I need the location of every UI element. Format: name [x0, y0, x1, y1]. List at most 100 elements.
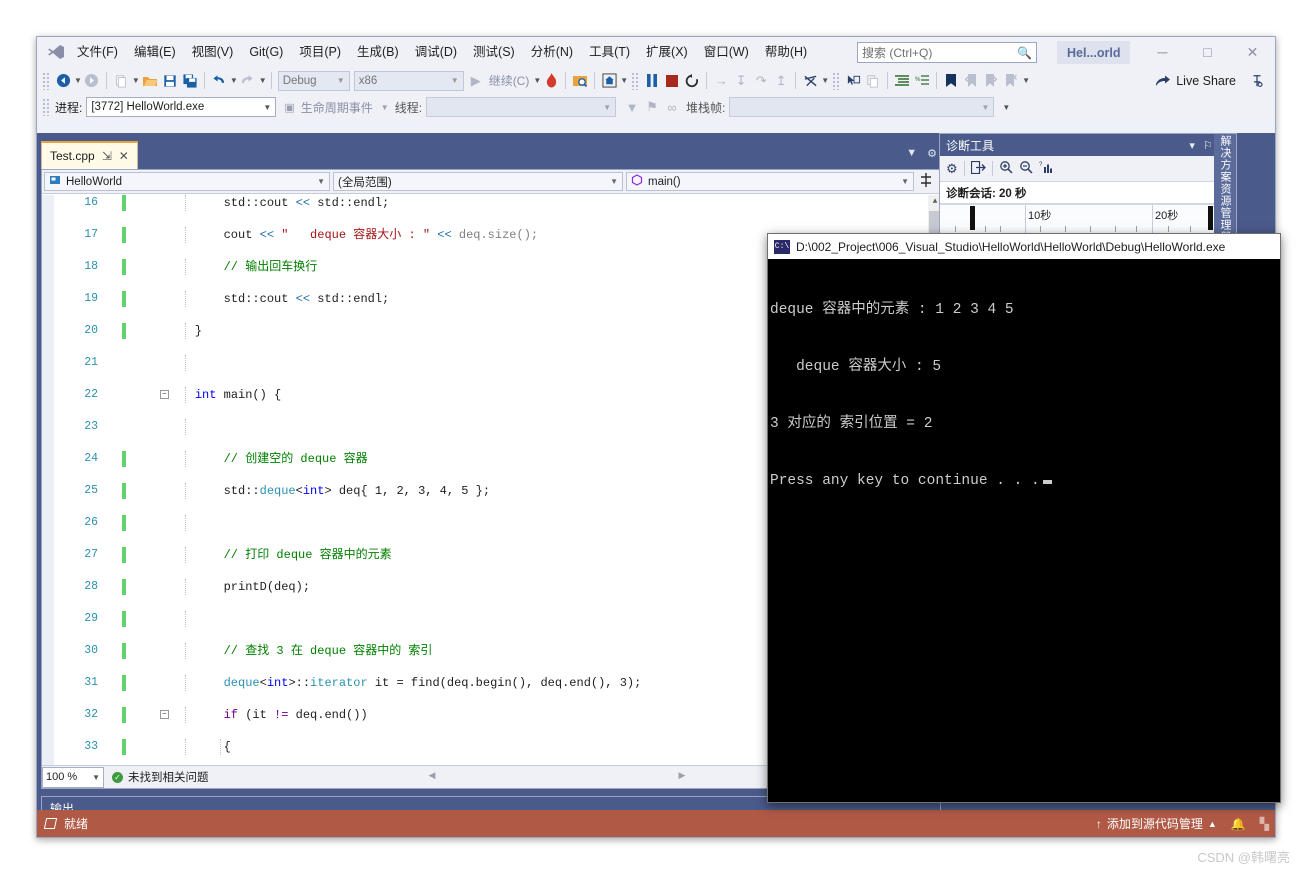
chevron-down-icon[interactable]: ▾ — [1189, 139, 1195, 152]
pause-icon[interactable] — [642, 70, 662, 92]
resize-grip-icon[interactable]: ▚ — [1260, 817, 1269, 831]
attach-to-process-icon[interactable] — [570, 70, 590, 92]
lifecycle-label[interactable]: 生命周期事件 — [301, 99, 373, 116]
account-button[interactable]: Hel...orld — [1057, 41, 1131, 64]
menu-help[interactable]: 帮助(H) — [757, 41, 815, 63]
bookmark-prev-icon[interactable] — [961, 70, 981, 92]
settings-gear-icon[interactable]: ⚙ — [946, 161, 958, 177]
menu-window[interactable]: 窗口(W) — [696, 41, 757, 63]
undo-dropdown[interactable]: ▼ — [230, 76, 238, 85]
next-issue-icon[interactable]: ▶ — [679, 770, 686, 781]
redo-dropdown[interactable]: ▼ — [259, 76, 267, 85]
stack-frame-combo[interactable]: ▼ — [729, 97, 995, 117]
continue-dropdown[interactable]: ▼ — [533, 76, 541, 85]
menu-tools[interactable]: 工具(T) — [581, 41, 638, 63]
toolbar-grip-3[interactable] — [832, 71, 841, 90]
chevron-down-icon[interactable]: ▼ — [906, 147, 917, 160]
solution-explorer-tab[interactable]: 解决方案资源管理器 — [1214, 134, 1236, 244]
redo-icon[interactable] — [238, 70, 258, 92]
step-out-icon[interactable]: ↷ — [751, 70, 771, 92]
zoom-in-icon[interactable] — [999, 160, 1013, 177]
solution-config-combo[interactable]: Debug ▼ — [277, 70, 350, 91]
bell-icon[interactable]: 🔔 — [1231, 817, 1246, 831]
threads-icon[interactable] — [800, 70, 820, 92]
hot-reload-icon[interactable] — [541, 70, 561, 92]
menu-debug[interactable]: 调试(D) — [407, 41, 465, 63]
toolbar-grip-2[interactable] — [631, 71, 640, 90]
zoom-combo[interactable]: 100 % ▼ — [42, 766, 104, 788]
pin-icon[interactable]: ⚐ — [1203, 139, 1213, 152]
link-icon[interactable]: ∞ — [662, 96, 682, 118]
nav-member-combo[interactable]: main() ▼ — [626, 172, 914, 191]
new-item-dropdown[interactable]: ▼ — [132, 76, 140, 85]
new-item-icon[interactable] — [111, 70, 131, 92]
export-icon[interactable] — [970, 160, 986, 177]
line-number: 24 — [84, 452, 98, 465]
continue-play-icon[interactable]: ▶ — [466, 70, 486, 92]
threads-dropdown[interactable]: ▼ — [821, 76, 829, 85]
process-combo[interactable]: [3772] HelloWorld.exe ▼ — [86, 97, 277, 117]
overflow-chevron-icon[interactable]: ▼ — [1002, 103, 1010, 112]
menu-build[interactable]: 生成(B) — [349, 41, 407, 63]
close-button[interactable]: ✕ — [1230, 37, 1275, 67]
home-dropdown[interactable]: ▼ — [620, 76, 628, 85]
continue-button[interactable]: 继续(C) — [486, 72, 533, 89]
change-indicator-bar — [122, 259, 126, 275]
step-over-icon[interactable]: → — [711, 70, 731, 92]
chart-icon[interactable]: ? — [1039, 160, 1053, 177]
menu-analyze[interactable]: 分析(N) — [523, 41, 581, 63]
nav-project-combo[interactable]: HelloWorld ▼ — [44, 172, 330, 191]
stop-icon[interactable] — [662, 70, 682, 92]
menu-view[interactable]: 视图(V) — [184, 41, 242, 63]
live-share-icon[interactable] — [1153, 70, 1173, 92]
comment-icon[interactable]: % — [912, 70, 932, 92]
bookmark-clear-icon[interactable] — [1001, 70, 1021, 92]
menu-edit[interactable]: 编辑(E) — [126, 41, 184, 63]
search-input[interactable]: 搜索 (Ctrl+Q) 🔍 — [857, 42, 1037, 63]
navigate-forward-icon[interactable] — [82, 70, 102, 92]
toolbar-grip[interactable] — [42, 71, 50, 90]
nav-scope-combo[interactable]: (全局范围) ▼ — [333, 172, 623, 191]
menu-extensions[interactable]: 扩展(X) — [638, 41, 696, 63]
bookmark-dropdown[interactable]: ▼ — [1022, 76, 1030, 85]
pin-icon[interactable]: ⇲ — [102, 149, 112, 163]
save-icon[interactable] — [160, 70, 180, 92]
procrow-grip[interactable] — [42, 98, 50, 116]
filter-icon[interactable]: ▼ — [622, 96, 642, 118]
zoom-out-icon[interactable] — [1019, 160, 1033, 177]
menu-git[interactable]: Git(G) — [241, 41, 291, 63]
copy-icon[interactable] — [863, 70, 883, 92]
cursor-icon[interactable] — [843, 70, 863, 92]
minimize-button[interactable]: ─ — [1140, 37, 1185, 67]
close-icon[interactable]: ✕ — [119, 149, 129, 163]
gear-icon[interactable]: ⚙ — [927, 147, 937, 160]
navigate-back-dropdown[interactable]: ▼ — [74, 76, 82, 85]
save-all-icon[interactable] — [180, 70, 200, 92]
console-title-bar[interactable]: C:\ D:\002_Project\006_Visual_Studio\Hel… — [768, 234, 1280, 259]
navigate-back-icon[interactable] — [53, 70, 73, 92]
source-control-button[interactable]: ↑ 添加到源代码管理 ▲ — [1096, 815, 1217, 832]
solution-platform-combo[interactable]: x86 ▼ — [353, 70, 464, 91]
step-up-icon[interactable]: ↥ — [771, 70, 791, 92]
step-into-icon[interactable]: ↧ — [731, 70, 751, 92]
code-line[interactable]: 16 std::cout << std::endl; — [42, 195, 942, 211]
undo-icon[interactable] — [209, 70, 229, 92]
split-view-icon[interactable] — [919, 172, 933, 191]
chevron-down-icon[interactable]: ▼ — [381, 103, 389, 112]
menu-test[interactable]: 测试(S) — [465, 41, 523, 63]
open-file-icon[interactable] — [140, 70, 160, 92]
tab-test-cpp[interactable]: Test.cpp ⇲ ✕ — [41, 141, 138, 169]
live-share-button[interactable]: Live Share — [1173, 74, 1239, 88]
maximize-button[interactable]: □ — [1185, 37, 1230, 67]
bookmark-next-icon[interactable] — [981, 70, 1001, 92]
indent-icon[interactable] — [892, 70, 912, 92]
bookmark-icon[interactable] — [941, 70, 961, 92]
menu-file[interactable]: 文件(F) — [69, 41, 126, 63]
home-icon[interactable] — [599, 70, 619, 92]
thread-combo[interactable]: ▼ — [426, 97, 617, 117]
flag-icon[interactable]: ⚑ — [642, 96, 662, 118]
prev-issue-icon[interactable]: ◀ — [429, 770, 436, 781]
menu-project[interactable]: 项目(P) — [291, 41, 349, 63]
restart-icon[interactable] — [682, 70, 702, 92]
pin-icon[interactable] — [1247, 70, 1267, 92]
